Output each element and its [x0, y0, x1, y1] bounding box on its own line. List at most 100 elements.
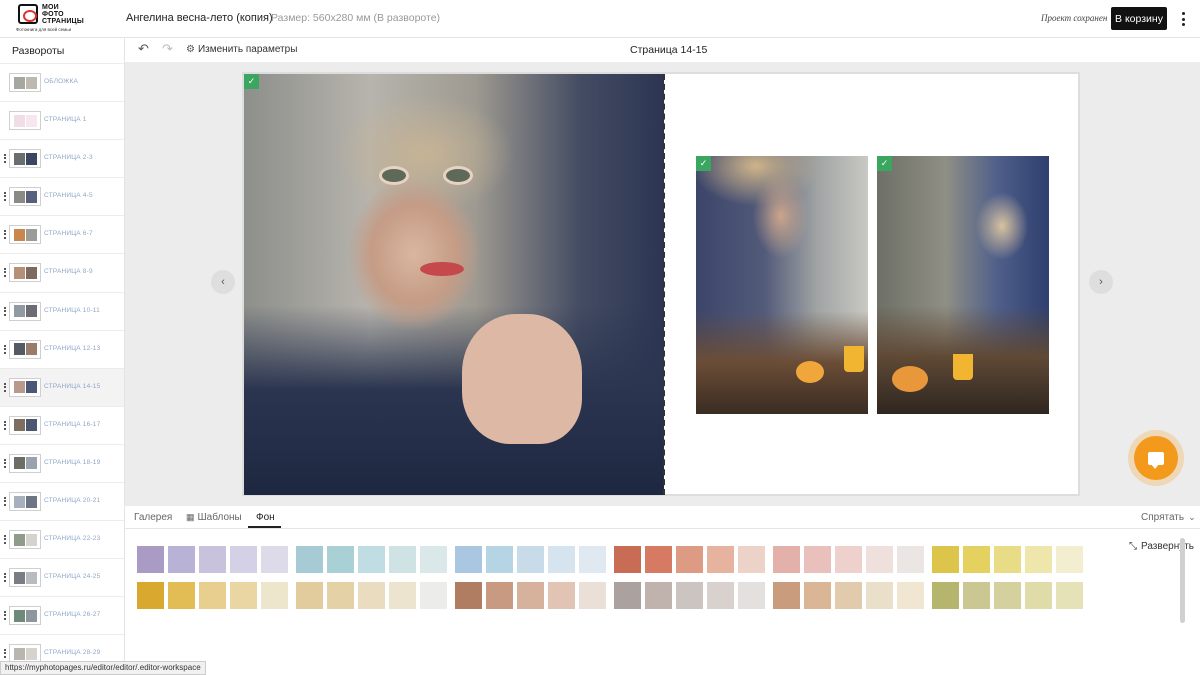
color-swatch[interactable] — [358, 546, 385, 573]
color-swatch[interactable] — [773, 546, 800, 573]
color-swatch[interactable] — [579, 582, 606, 609]
project-title[interactable]: Ангелина весна-лето (копия) — [126, 12, 273, 24]
color-swatch[interactable] — [932, 546, 959, 573]
color-swatch[interactable] — [548, 546, 575, 573]
color-swatch[interactable] — [835, 582, 862, 609]
color-swatch[interactable] — [738, 582, 765, 609]
color-swatch[interactable] — [614, 582, 641, 609]
next-spread-button[interactable]: › — [1089, 270, 1113, 294]
color-swatch[interactable] — [1025, 546, 1052, 573]
drag-handle-icon[interactable] — [4, 382, 6, 392]
spread-item[interactable]: СТРАНИЦА 26-27 — [0, 596, 124, 634]
color-swatch[interactable] — [517, 582, 544, 609]
drag-handle-icon[interactable] — [4, 420, 6, 430]
drag-handle-icon[interactable] — [4, 649, 6, 659]
color-swatch[interactable] — [389, 582, 416, 609]
color-swatch[interactable] — [963, 582, 990, 609]
drag-handle-icon[interactable] — [4, 268, 6, 278]
color-swatch[interactable] — [932, 582, 959, 609]
spread-item[interactable]: СТРАНИЦА 14-15 — [0, 367, 124, 406]
hide-panel-button[interactable]: Спрятать ⌄ — [1141, 512, 1196, 523]
drag-handle-icon[interactable] — [4, 306, 6, 316]
tab-templates[interactable]: ▦ Шаблоны — [186, 512, 242, 523]
color-swatch[interactable] — [835, 546, 862, 573]
drag-handle-icon[interactable] — [4, 344, 6, 354]
color-swatch[interactable] — [420, 582, 447, 609]
color-swatch[interactable] — [486, 546, 513, 573]
spread-item[interactable]: СТРАНИЦА 20-21 — [0, 482, 124, 520]
color-swatch[interactable] — [866, 546, 893, 573]
color-swatch[interactable] — [804, 546, 831, 573]
drag-handle-icon[interactable] — [4, 535, 6, 545]
photo-slot-left[interactable]: ✓ — [244, 74, 664, 495]
spread-item[interactable]: ОБЛОЖКА — [0, 63, 124, 101]
color-swatch[interactable] — [804, 582, 831, 609]
drag-handle-icon[interactable] — [4, 611, 6, 621]
color-swatch[interactable] — [897, 582, 924, 609]
color-swatch[interactable] — [676, 546, 703, 573]
color-swatch[interactable] — [645, 582, 672, 609]
color-swatch[interactable] — [261, 546, 288, 573]
color-swatch[interactable] — [168, 582, 195, 609]
add-to-cart-button[interactable]: В корзину — [1111, 7, 1167, 30]
color-swatch[interactable] — [137, 546, 164, 573]
color-swatch[interactable] — [486, 582, 513, 609]
drag-handle-icon[interactable] — [4, 154, 6, 164]
color-swatch[interactable] — [1025, 582, 1052, 609]
more-menu-icon[interactable] — [1178, 10, 1188, 28]
spread-item[interactable]: СТРАНИЦА 10-11 — [0, 291, 124, 330]
color-swatch[interactable] — [296, 546, 323, 573]
color-swatch[interactable] — [548, 582, 575, 609]
spread-item[interactable]: СТРАНИЦА 12-13 — [0, 329, 124, 368]
color-swatch[interactable] — [614, 546, 641, 573]
spread-item[interactable]: СТРАНИЦА 16-17 — [0, 405, 124, 444]
color-swatch[interactable] — [137, 582, 164, 609]
spread-item[interactable]: СТРАНИЦА 8-9 — [0, 253, 124, 291]
tab-background[interactable]: Фон — [256, 512, 275, 523]
color-swatch[interactable] — [230, 546, 257, 573]
color-swatch[interactable] — [645, 546, 672, 573]
color-swatch[interactable] — [199, 546, 226, 573]
spread-item[interactable]: СТРАНИЦА 22-23 — [0, 520, 124, 558]
panel-scrollbar[interactable] — [1180, 538, 1185, 623]
drag-handle-icon[interactable] — [4, 192, 6, 202]
color-swatch[interactable] — [230, 582, 257, 609]
color-swatch[interactable] — [455, 582, 482, 609]
color-swatch[interactable] — [168, 546, 195, 573]
color-swatch[interactable] — [517, 546, 544, 573]
undo-icon[interactable]: ↶ — [138, 42, 152, 56]
color-swatch[interactable] — [420, 546, 447, 573]
color-swatch[interactable] — [199, 582, 226, 609]
color-swatch[interactable] — [897, 546, 924, 573]
drag-handle-icon[interactable] — [4, 497, 6, 507]
color-swatch[interactable] — [261, 582, 288, 609]
photo-slot-right-2[interactable]: ✓ — [877, 156, 1049, 414]
color-swatch[interactable] — [579, 546, 606, 573]
color-swatch[interactable] — [389, 546, 416, 573]
color-swatch[interactable] — [866, 582, 893, 609]
drag-handle-icon[interactable] — [4, 230, 6, 240]
color-swatch[interactable] — [1056, 582, 1083, 609]
color-swatch[interactable] — [327, 546, 354, 573]
drag-handle-icon[interactable] — [4, 573, 6, 583]
color-swatch[interactable] — [1056, 546, 1083, 573]
drag-handle-icon[interactable] — [4, 458, 6, 468]
color-swatch[interactable] — [327, 582, 354, 609]
color-swatch[interactable] — [358, 582, 385, 609]
spread-item[interactable]: СТРАНИЦА 4-5 — [0, 177, 124, 215]
color-swatch[interactable] — [707, 546, 734, 573]
spread-item[interactable]: СТРАНИЦА 1 — [0, 101, 124, 139]
color-swatch[interactable] — [994, 546, 1021, 573]
prev-spread-button[interactable]: ‹ — [211, 270, 235, 294]
photo-slot-right-1[interactable]: ✓ — [696, 156, 868, 414]
spread-item[interactable]: СТРАНИЦА 18-19 — [0, 443, 124, 482]
color-swatch[interactable] — [963, 546, 990, 573]
spread-item[interactable]: СТРАНИЦА 2-3 — [0, 139, 124, 177]
color-swatch[interactable] — [738, 546, 765, 573]
support-chat-button[interactable] — [1134, 436, 1178, 480]
color-swatch[interactable] — [296, 582, 323, 609]
change-params-button[interactable]: ⚙ Изменить параметры — [186, 44, 297, 55]
color-swatch[interactable] — [455, 546, 482, 573]
redo-icon[interactable]: ↷ — [162, 42, 176, 56]
brand-logo[interactable]: МОИ ФОТО СТРАНИЦЫ Фотокнига для всей сем… — [14, 3, 94, 35]
